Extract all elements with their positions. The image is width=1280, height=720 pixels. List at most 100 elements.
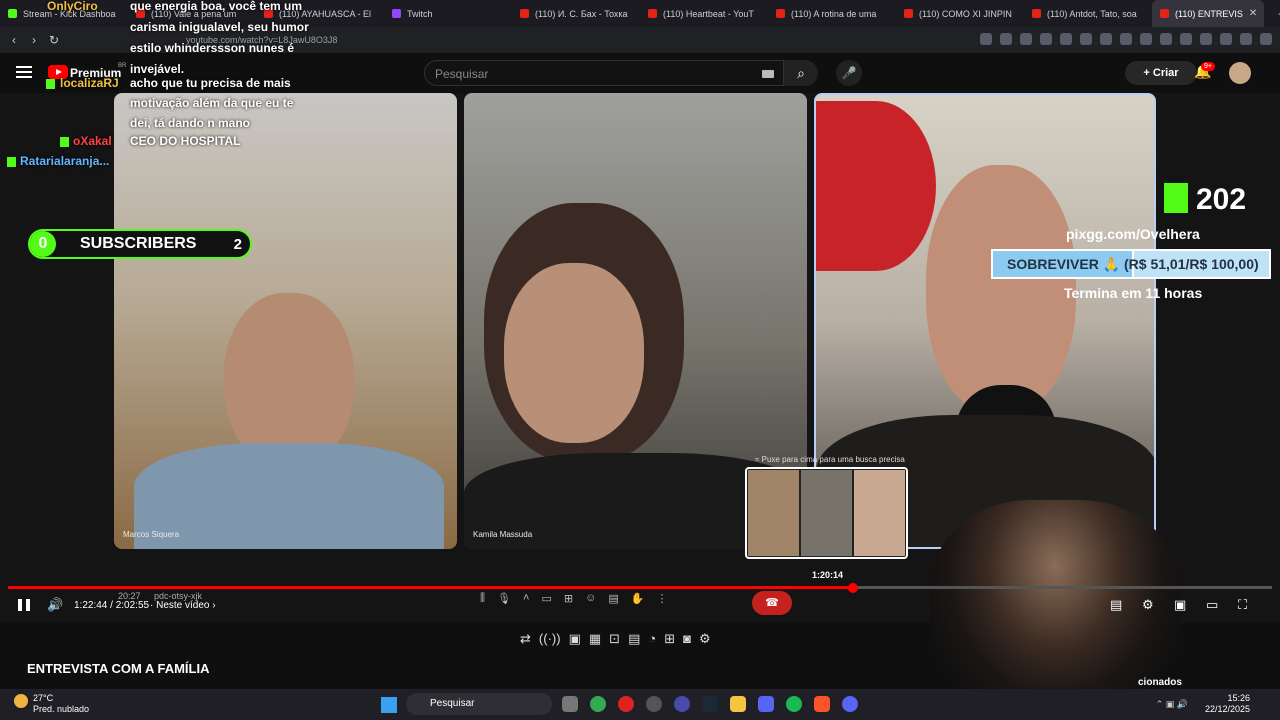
youtube-icon [1160, 9, 1169, 18]
youtube-icon [1032, 9, 1041, 18]
microphone-icon[interactable]: 🎤 [836, 60, 862, 86]
related-chip[interactable]: cionados [1138, 677, 1182, 688]
background-logo [816, 101, 936, 271]
cinema-icon[interactable]: ▤ [628, 631, 640, 647]
screenshot-icon[interactable]: ◙ [683, 631, 691, 647]
watch-icon[interactable]: ▣ [569, 631, 581, 647]
hand-icon: ✋ [630, 593, 645, 605]
extension-icon[interactable] [1200, 33, 1212, 45]
thumb-tile [748, 470, 799, 556]
youtube-icon [904, 9, 913, 18]
participant-name: Kamila Massuda [473, 530, 533, 539]
tab-twitch[interactable]: Twitch [384, 0, 512, 27]
forward-icon[interactable]: › [24, 33, 44, 47]
chevron-up-icon: ˄ [523, 592, 530, 604]
youtube-icon [776, 9, 785, 18]
windows-start-icon[interactable] [381, 697, 397, 713]
chrome-icon[interactable] [590, 696, 606, 712]
temperature: 27°C [33, 693, 54, 703]
loop-icon[interactable]: ⇄ [520, 631, 531, 647]
chat-message: OnlyCiro que energia boa, você tem um ca… [47, 0, 327, 76]
tab-active-youtube[interactable]: (110) ENTREVIS ✕ [1152, 0, 1264, 27]
youtube-icon [648, 9, 657, 18]
app-icon[interactable] [674, 696, 690, 712]
extension-icon[interactable] [980, 33, 992, 45]
extension-icon[interactable] [1060, 33, 1072, 45]
screen: Stream - Kick Dashboa (110) Vale a pena … [0, 0, 1280, 720]
subtitles-icon[interactable]: ▤ [1110, 597, 1122, 613]
plus-icon[interactable]: ⊞ [664, 631, 675, 647]
tab-youtube[interactable]: (110) Heartbeat - YouT [640, 0, 768, 27]
taskbar-search[interactable]: Pesquisar [406, 693, 552, 715]
speed-icon[interactable]: ◔ [648, 631, 656, 647]
taskbar-clock[interactable]: 15:26 22/12/2025 [1205, 693, 1250, 715]
extension-icon[interactable] [1080, 33, 1092, 45]
present-icon: ⊞ [563, 593, 574, 605]
avatar[interactable] [1229, 62, 1251, 84]
extension-icon[interactable] [1180, 33, 1192, 45]
close-tab-icon[interactable]: ✕ [1249, 8, 1257, 19]
spotify-icon[interactable] [786, 696, 802, 712]
back-icon[interactable]: ‹ [4, 33, 24, 47]
pix-url: pixgg.com/Ovelhera [1066, 226, 1200, 242]
participant-name: Marcos Siquera [123, 530, 180, 539]
goal-ends: Termina em 11 horas [1064, 285, 1203, 301]
subs-current: 0 [30, 231, 56, 257]
player-controls: 🔊 1:22:44 / 2:02:55 · Neste vídeo › 20:2… [0, 591, 1280, 618]
extension-icon[interactable] [1000, 33, 1012, 45]
chapter-label[interactable]: · Neste vídeo › [150, 600, 216, 611]
person-face [224, 293, 354, 468]
audio-mode-icon[interactable]: ((·)) [539, 631, 561, 647]
kick-counter: 202 [1164, 183, 1246, 217]
extension-icon[interactable] [1140, 33, 1152, 45]
search-input[interactable]: Pesquisar [424, 60, 784, 86]
extension-icon[interactable] [1160, 33, 1172, 45]
tab-youtube[interactable]: (110) A rotina de uma [768, 0, 896, 27]
menu-icon[interactable] [16, 66, 32, 78]
brave-icon[interactable] [814, 696, 830, 712]
tab-label: (110) И. С. Бах - Тохка [535, 8, 628, 19]
fit-icon[interactable]: ⊡ [609, 631, 620, 647]
keyboard-icon[interactable] [762, 70, 774, 78]
extension-icon[interactable] [1120, 33, 1132, 45]
create-button[interactable]: + Criar [1125, 61, 1197, 85]
chat-text: acho que tu precisa de mais motivação al… [130, 76, 294, 130]
theater-mode-icon[interactable]: ▭ [1206, 597, 1218, 613]
miniplayer-icon[interactable]: ▣ [1174, 597, 1186, 613]
tab-youtube[interactable]: (110) Antdot, Tato, soa [1024, 0, 1152, 27]
tab-youtube[interactable]: (110) COMO XI JINPIN [896, 0, 1024, 27]
extension-icon[interactable] [1020, 33, 1032, 45]
fullscreen-icon[interactable]: ⛶ [1238, 597, 1247, 613]
task-view-icon[interactable] [562, 696, 578, 712]
opera-icon[interactable] [618, 696, 634, 712]
tab-label: (110) A rotina de uma [791, 8, 877, 19]
settings-icon[interactable]: ⚙ [1142, 597, 1154, 613]
extension-icon[interactable] [1040, 33, 1052, 45]
gear-icon[interactable]: ⚙ [699, 631, 711, 647]
subscribers-counter: 0 SUBSCRIBERS 2 [28, 229, 252, 259]
extension-icon[interactable] [1220, 33, 1232, 45]
clip-icon[interactable]: ▦ [589, 631, 601, 647]
search-button[interactable]: ⌕ [784, 60, 818, 86]
reload-icon[interactable]: ↻ [44, 33, 64, 47]
extension-icon[interactable] [1100, 33, 1112, 45]
discord-icon[interactable] [842, 696, 858, 712]
seek-hint: ≈ Puxe para cima para uma busca precisa [755, 455, 905, 464]
steam-icon[interactable] [702, 696, 718, 712]
chat-username: oXakal [73, 134, 112, 148]
file-explorer-icon[interactable] [730, 696, 746, 712]
pause-icon[interactable] [18, 599, 30, 611]
volume-icon[interactable]: 🔊 [47, 597, 63, 613]
chapter-text: Neste vídeo [156, 600, 210, 611]
tab-label: (110) COMO XI JINPIN [919, 8, 1012, 19]
system-tray[interactable]: ⌃ ▣ 🔊 [1156, 699, 1188, 710]
extension-icon[interactable] [1260, 33, 1272, 45]
app-icon[interactable] [758, 696, 774, 712]
obs-icon[interactable] [646, 696, 662, 712]
extension-icon[interactable] [1240, 33, 1252, 45]
scrubber-handle[interactable] [848, 583, 858, 593]
weather-icon [14, 694, 28, 708]
clock-time: 15:26 [1227, 693, 1250, 703]
tab-youtube[interactable]: (110) И. С. Бах - Тохка [512, 0, 640, 27]
weather-widget[interactable]: 27°C Pred. nublado [33, 693, 89, 715]
